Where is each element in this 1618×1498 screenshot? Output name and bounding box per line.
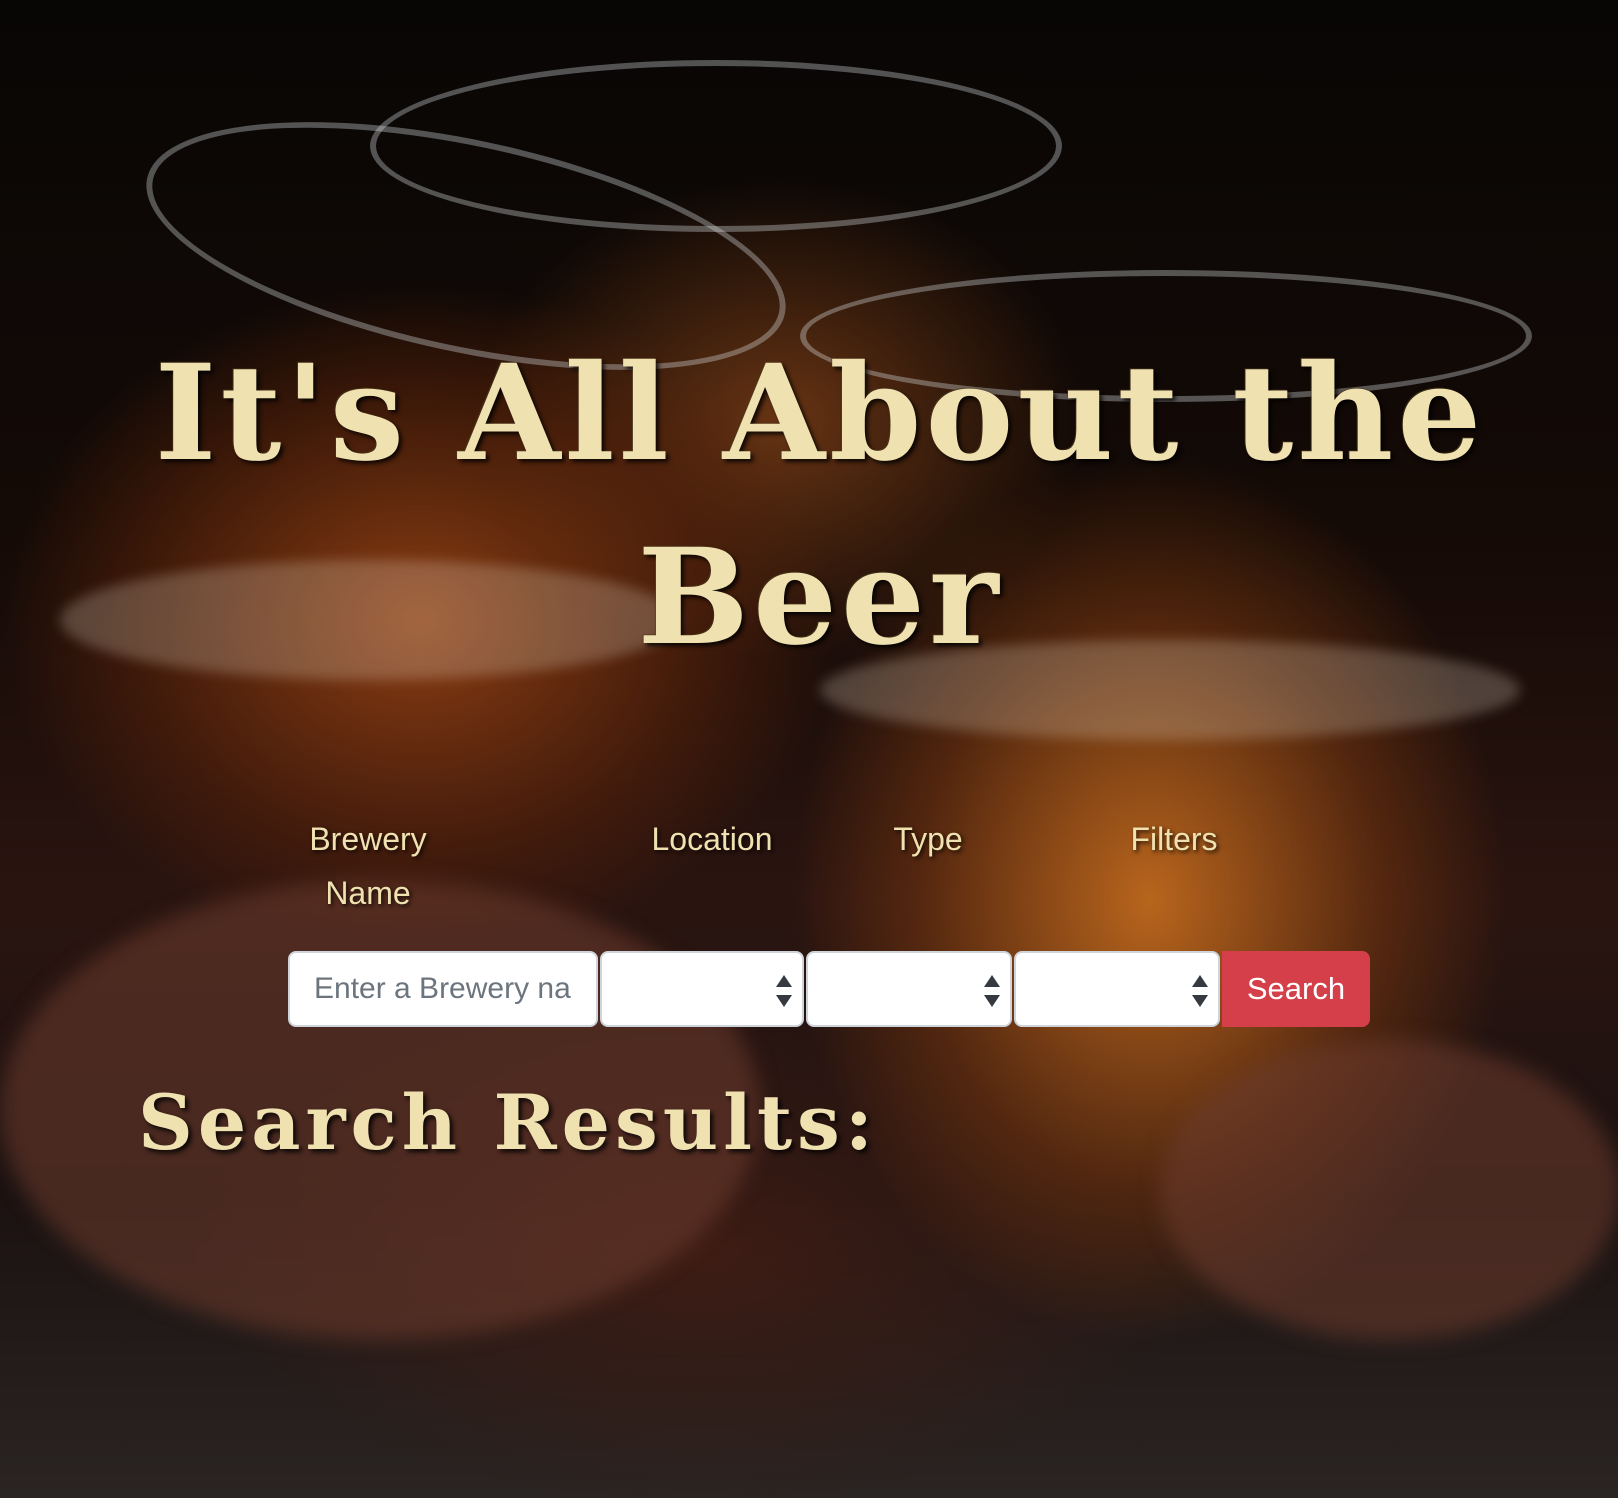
- filters-select[interactable]: [1014, 951, 1220, 1027]
- brewery-name-label: Brewery Name: [309, 821, 427, 911]
- select-arrows-icon: [776, 973, 792, 1009]
- search-results-list: [138, 1190, 1478, 1470]
- search-results-heading: Search Results:: [138, 1078, 878, 1167]
- type-label: Type: [893, 821, 963, 857]
- page-title: It's All About the Beer: [154, 336, 1486, 675]
- location-select[interactable]: [600, 951, 804, 1027]
- search-labels: Brewery Name Location Type Filters: [0, 812, 1618, 932]
- filters-label: Filters: [1130, 821, 1218, 857]
- search-button[interactable]: Search: [1222, 951, 1370, 1027]
- search-form: Search: [288, 951, 1370, 1027]
- type-select[interactable]: [806, 951, 1012, 1027]
- location-label: Location: [651, 821, 773, 857]
- brewery-name-input[interactable]: [288, 951, 598, 1027]
- select-arrows-icon: [1192, 973, 1208, 1009]
- select-arrows-icon: [984, 973, 1000, 1009]
